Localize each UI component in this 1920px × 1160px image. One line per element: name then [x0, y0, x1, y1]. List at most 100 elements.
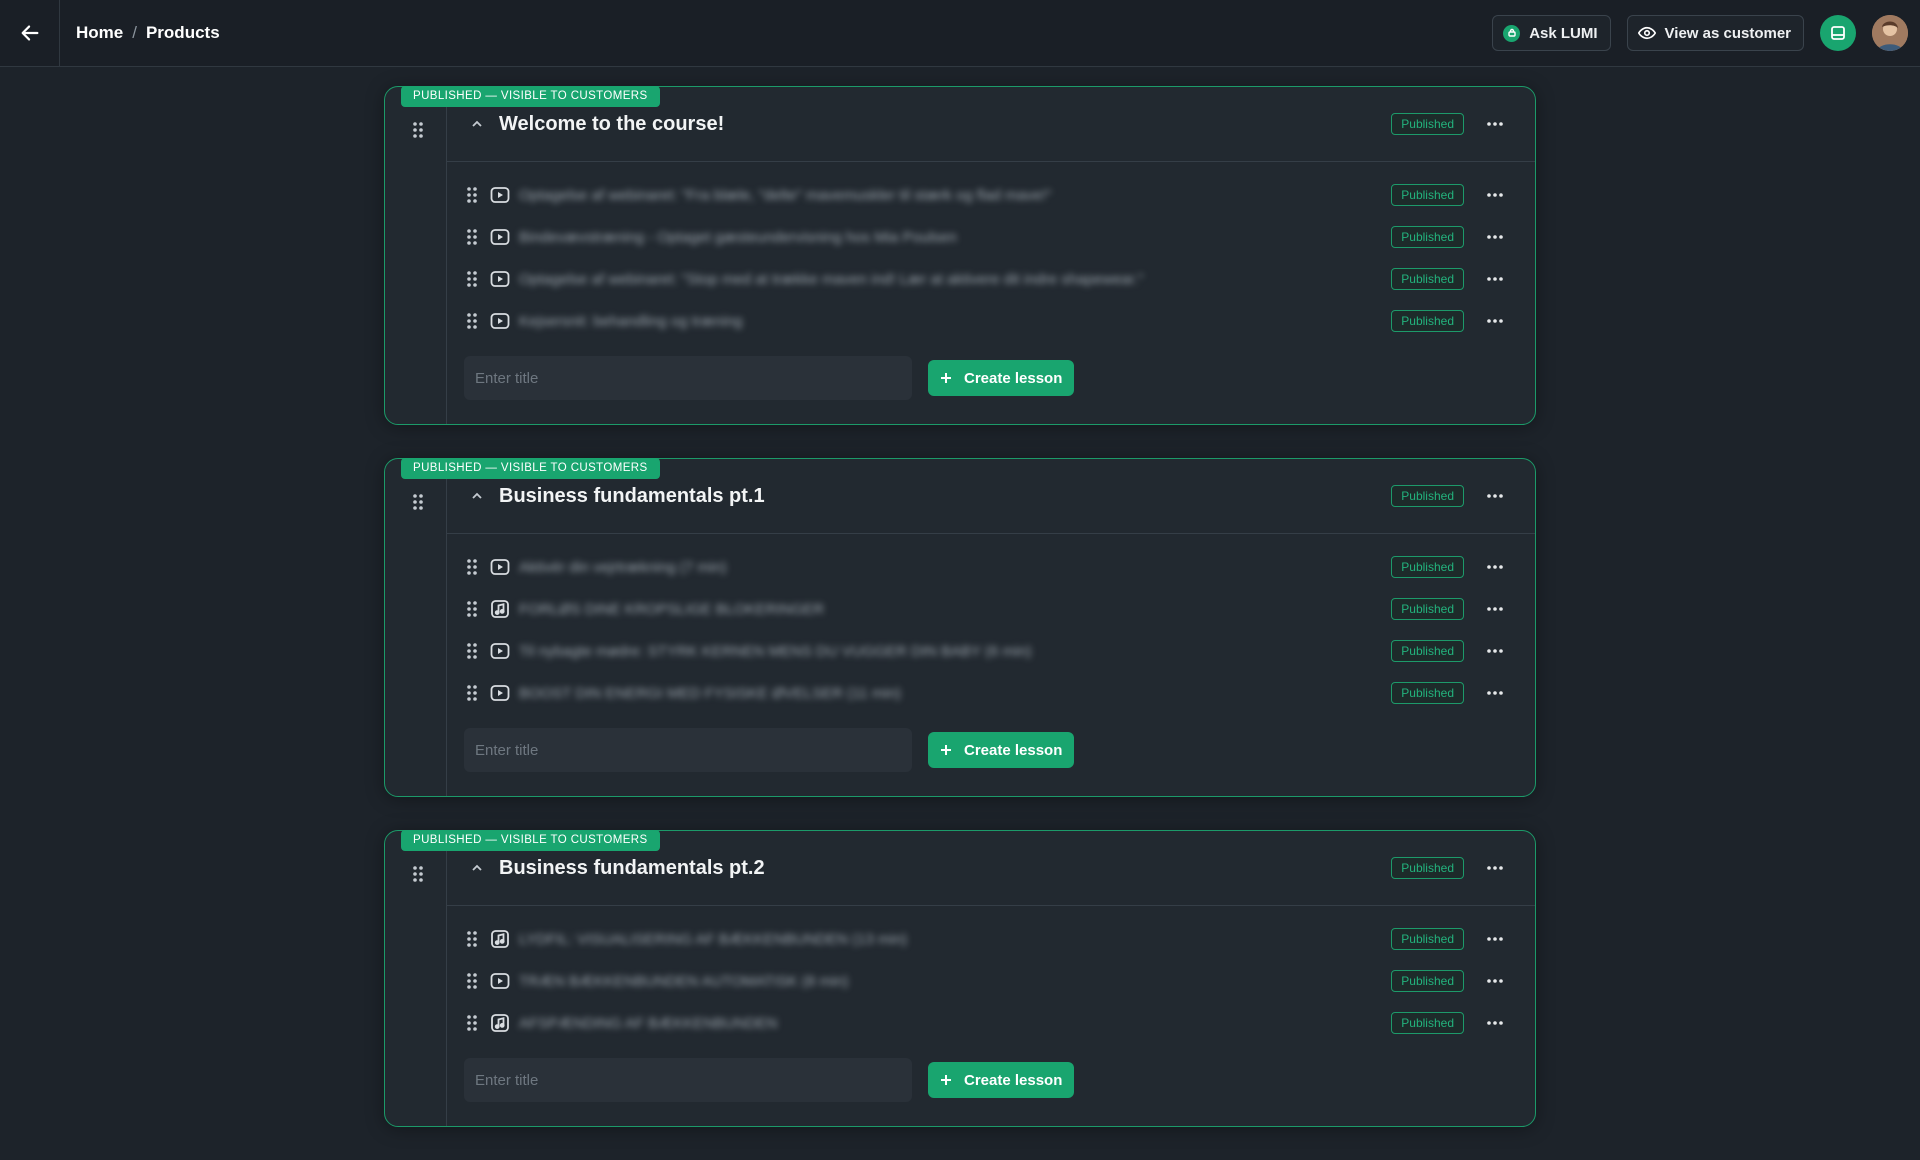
collapse-toggle[interactable] [469, 488, 485, 504]
lesson-row[interactable]: LYDFIL: VISUALISERING AF BÆKKENBUNDEN (1… [447, 918, 1535, 960]
lesson-drag-handle[interactable] [466, 600, 478, 618]
module-section: PUBLISHED — VISIBLE TO CUSTOMERS Busines… [384, 830, 1536, 1127]
more-horizontal-icon [1487, 937, 1503, 941]
collapse-toggle[interactable] [469, 860, 485, 876]
module-drag-handle[interactable] [412, 865, 424, 888]
module-title[interactable]: Business fundamentals pt.1 [499, 485, 1391, 508]
lesson-row[interactable]: Optagelse af webinaret: "Fra blæle, "del… [447, 174, 1535, 216]
lesson-title-input[interactable] [464, 356, 912, 400]
back-button[interactable] [0, 0, 60, 67]
lesson-title[interactable]: LYDFIL: VISUALISERING AF BÆKKENBUNDEN (1… [519, 931, 1391, 948]
drag-handle-icon [467, 1015, 477, 1031]
module-section: PUBLISHED — VISIBLE TO CUSTOMERS Welcome… [384, 86, 1536, 425]
lesson-more-button[interactable] [1475, 979, 1515, 983]
lesson-row[interactable]: BOOST DIN ENERGI MED FYSISKE ØVELSER (11… [447, 672, 1535, 714]
breadcrumb: Home / Products [76, 23, 220, 43]
lesson-more-button[interactable] [1475, 937, 1515, 941]
status-badge: Published [1391, 598, 1464, 620]
lesson-more-button[interactable] [1475, 565, 1515, 569]
lesson-title[interactable]: AFSPÆNDING AF BÆKKENBUNDEN [519, 1015, 1391, 1032]
lesson-title[interactable]: Aktivér din vejrtrækning (7 min) [519, 559, 1391, 576]
lesson-drag-handle[interactable] [466, 930, 478, 948]
lesson-more-button[interactable] [1475, 691, 1515, 695]
lesson-title-input[interactable] [464, 1058, 912, 1102]
lesson-more-button[interactable] [1475, 649, 1515, 653]
module-drag-handle[interactable] [412, 493, 424, 516]
lesson-row[interactable]: Til nybagte mødre: STYRK KERNEN MENS DU … [447, 630, 1535, 672]
breadcrumb-separator: / [132, 23, 137, 42]
view-as-customer-button[interactable]: View as customer [1626, 15, 1804, 51]
drag-handle-icon [467, 187, 477, 203]
lesson-title-input[interactable] [464, 728, 912, 772]
breadcrumb-home[interactable]: Home [76, 23, 123, 43]
module-body: Welcome to the course! Published Optagel… [446, 87, 1535, 424]
more-horizontal-icon [1487, 277, 1503, 281]
lesson-more-button[interactable] [1475, 1021, 1515, 1025]
lesson-title[interactable]: FORLØS DINE KROPSLIGE BLOKERINGER [519, 601, 1391, 618]
module-more-button[interactable] [1475, 122, 1515, 126]
module-more-button[interactable] [1475, 494, 1515, 498]
more-horizontal-icon [1487, 691, 1503, 695]
drag-handle-icon [467, 685, 477, 701]
more-horizontal-icon [1487, 866, 1503, 870]
more-horizontal-icon [1487, 565, 1503, 569]
create-lesson-button[interactable]: Create lesson [928, 360, 1075, 396]
app-switcher-button[interactable] [1820, 15, 1856, 51]
module-body: Business fundamentals pt.1 Published Akt… [446, 459, 1535, 796]
lesson-drag-handle[interactable] [466, 312, 478, 330]
lesson-drag-handle[interactable] [466, 186, 478, 204]
arrow-left-icon [21, 25, 38, 41]
video-icon [490, 683, 510, 703]
module-title[interactable]: Welcome to the course! [499, 113, 1391, 136]
create-lesson-button[interactable]: Create lesson [928, 1062, 1075, 1098]
status-badge: Published [1391, 928, 1464, 950]
module-more-button[interactable] [1475, 866, 1515, 870]
lesson-drag-handle[interactable] [466, 558, 478, 576]
lesson-more-button[interactable] [1475, 319, 1515, 323]
status-badge: Published [1391, 556, 1464, 578]
lesson-drag-handle[interactable] [466, 684, 478, 702]
lesson-title[interactable]: BOOST DIN ENERGI MED FYSISKE ØVELSER (11… [519, 685, 1391, 702]
breadcrumb-products[interactable]: Products [146, 23, 220, 43]
lesson-title[interactable]: Optagelse af webinaret: "Fra blæle, "del… [519, 187, 1391, 204]
lesson-title[interactable]: TRÆN BÆKKENBUNDEN AUTOMATISK (8 min) [519, 973, 1391, 990]
lesson-more-button[interactable] [1475, 193, 1515, 197]
module-title[interactable]: Business fundamentals pt.2 [499, 857, 1391, 880]
lesson-title[interactable]: Bindevævstræning - Optaget gæsteundervis… [519, 229, 1391, 246]
more-horizontal-icon [1487, 607, 1503, 611]
lesson-drag-handle[interactable] [466, 228, 478, 246]
lesson-row[interactable]: Optagelse af webinaret: "Stop med at træ… [447, 258, 1535, 300]
plus-icon [941, 373, 951, 383]
lesson-drag-handle[interactable] [466, 270, 478, 288]
lesson-row[interactable]: AFSPÆNDING AF BÆKKENBUNDEN Published [447, 1002, 1535, 1044]
lesson-title[interactable]: Optagelse af webinaret: "Stop med at træ… [519, 271, 1391, 288]
lesson-row[interactable]: Aktivér din vejrtrækning (7 min) Publish… [447, 546, 1535, 588]
lesson-title[interactable]: Kejsersnit: behandling og træning [519, 313, 1391, 330]
lesson-row[interactable]: TRÆN BÆKKENBUNDEN AUTOMATISK (8 min) Pub… [447, 960, 1535, 1002]
lesson-row[interactable]: FORLØS DINE KROPSLIGE BLOKERINGER Publis… [447, 588, 1535, 630]
drag-handle-icon [467, 559, 477, 575]
lesson-more-button[interactable] [1475, 235, 1515, 239]
lesson-row[interactable]: Kejsersnit: behandling og træning Publis… [447, 300, 1535, 342]
avatar[interactable] [1872, 15, 1908, 51]
lesson-more-button[interactable] [1475, 277, 1515, 281]
ask-lumi-button[interactable]: Ask LUMI [1492, 15, 1611, 51]
create-lesson-button[interactable]: Create lesson [928, 732, 1075, 768]
lesson-drag-handle[interactable] [466, 972, 478, 990]
lesson-drag-handle[interactable] [466, 1014, 478, 1032]
lesson-drag-handle[interactable] [466, 642, 478, 660]
video-icon [490, 557, 510, 577]
plus-icon [941, 745, 951, 755]
plus-icon [941, 1075, 951, 1085]
lesson-row[interactable]: Bindevævstræning - Optaget gæsteundervis… [447, 216, 1535, 258]
audio-icon [490, 1013, 510, 1033]
module-drag-handle[interactable] [412, 121, 424, 144]
drag-handle-icon [413, 494, 423, 510]
chevron-up-icon [472, 492, 482, 499]
lesson-more-button[interactable] [1475, 607, 1515, 611]
create-lesson-label: Create lesson [964, 741, 1063, 759]
lesson-title[interactable]: Til nybagte mødre: STYRK KERNEN MENS DU … [519, 643, 1391, 660]
collapse-toggle[interactable] [469, 116, 485, 132]
create-lesson-row: Create lesson [447, 342, 1535, 424]
course-content: PUBLISHED — VISIBLE TO CUSTOMERS Welcome… [384, 75, 1536, 1160]
